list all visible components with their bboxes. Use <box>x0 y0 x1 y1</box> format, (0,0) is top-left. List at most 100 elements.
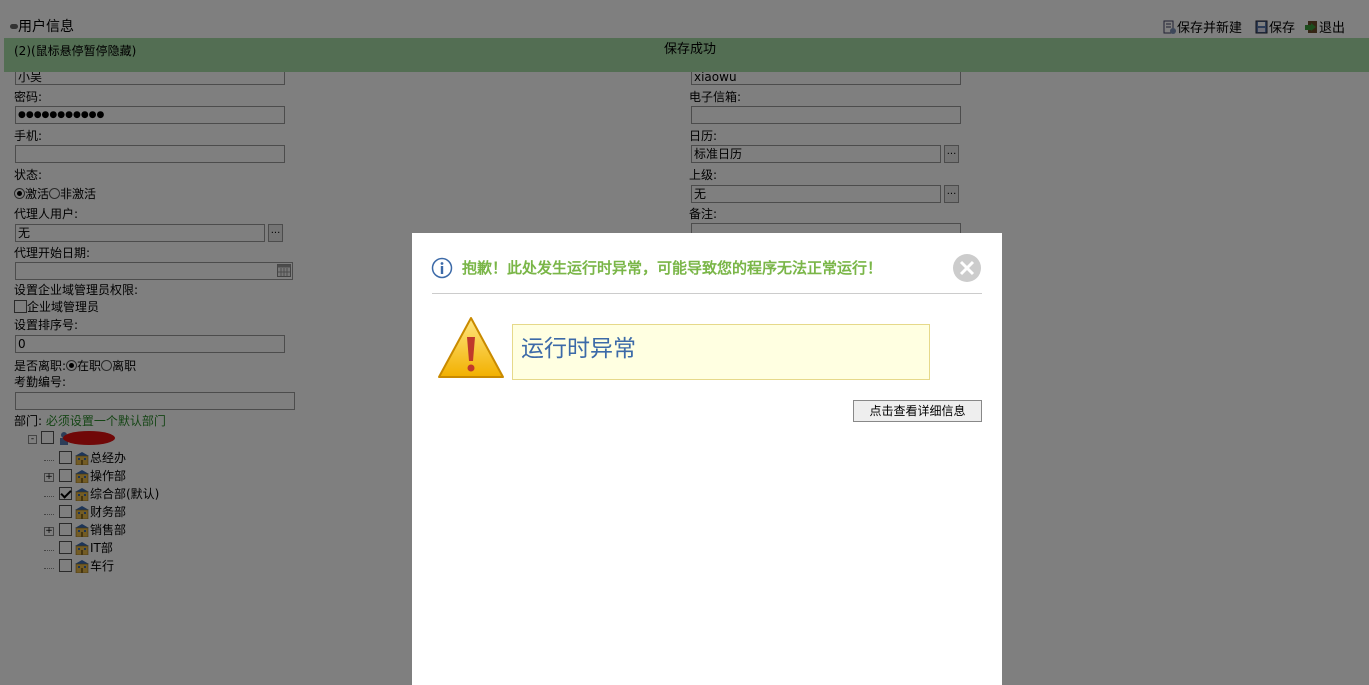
password-input[interactable]: ●●●●●●●●●●● <box>15 106 285 124</box>
save-and-new-button[interactable]: 保存并新建 <box>1163 20 1242 37</box>
close-icon[interactable] <box>952 253 982 283</box>
department-label: 部门: <box>14 414 43 428</box>
tree-item-label: 车行 <box>90 559 115 573</box>
collapse-icon[interactable] <box>10 24 18 29</box>
warning-icon <box>438 317 504 378</box>
tree-item[interactable]: 车行 <box>44 557 114 573</box>
leave-row: 是否离职: 在职 离职 <box>14 359 136 373</box>
calendar-input[interactable]: 标准日历 <box>691 145 941 163</box>
tree-item[interactable]: 综合部(默认) <box>44 485 159 501</box>
admin-checkbox-label: 企业域管理员 <box>27 300 100 314</box>
tree-line <box>44 506 54 515</box>
error-dialog: 抱歉！此处发生运行时异常，可能导致您的程序无法正常运行！ 运行时异常 点击查看详… <box>412 233 1002 685</box>
building-icon <box>75 506 89 519</box>
leave-on-radio[interactable] <box>66 360 78 371</box>
tree-line <box>44 560 54 569</box>
info-icon <box>431 257 453 279</box>
tree-line <box>44 542 54 551</box>
tree-item-label: IT部 <box>90 541 113 555</box>
calendar-icon[interactable] <box>277 264 291 277</box>
tree-root-checkbox[interactable] <box>40 431 54 444</box>
tree-item-checkbox[interactable] <box>59 451 72 464</box>
tree-item-checkbox[interactable] <box>59 469 72 482</box>
superior-input[interactable]: 无 <box>691 185 941 203</box>
calendar-picker-button[interactable]: ... <box>944 145 959 163</box>
name-input[interactable]: 小吴 <box>15 72 285 85</box>
tree-line <box>44 488 54 497</box>
dialog-divider <box>432 293 982 294</box>
leave-off-radio[interactable] <box>101 360 113 371</box>
tree-collapse-icon[interactable]: - <box>28 435 37 444</box>
error-message-box: 运行时异常 <box>512 324 930 380</box>
status-active-radio[interactable] <box>14 188 25 199</box>
tree-item-checkbox[interactable] <box>59 523 72 536</box>
redaction-mark <box>63 431 116 445</box>
proxy-user-picker-button[interactable]: ... <box>268 224 283 242</box>
notification-hint: (2)(鼠标悬停暂停隐藏) <box>14 44 137 58</box>
tree-item-checkbox[interactable] <box>59 541 72 554</box>
tree-item[interactable]: IT部 <box>44 539 113 555</box>
tree-item-checkbox[interactable] <box>59 505 72 518</box>
status-active-label: 激活 <box>25 187 50 201</box>
tree-item[interactable]: + 操作部 <box>44 467 126 483</box>
attendance-label: 考勤编号: <box>14 375 67 389</box>
account-input[interactable]: xiaowu <box>691 72 961 85</box>
admin-checkbox[interactable] <box>14 300 27 313</box>
building-icon <box>75 452 89 465</box>
admin-permission-label: 设置企业域管理员权限: <box>14 283 139 297</box>
tree-item[interactable]: 总经办 <box>44 449 126 465</box>
sort-input[interactable]: 0 <box>15 335 285 353</box>
status-inactive-label: 非激活 <box>60 187 97 201</box>
notification-bar[interactable]: (2)(鼠标悬停暂停隐藏) 保存成功 <box>4 38 1369 72</box>
department-label-row: 部门: 必须设置一个默认部门 <box>14 414 166 428</box>
superior-label: 上级: <box>689 168 718 182</box>
building-icon <box>75 524 89 537</box>
tree-item-label: 销售部 <box>90 523 127 537</box>
building-icon <box>75 560 89 573</box>
tree-item-checkbox[interactable] <box>59 487 72 500</box>
mobile-input[interactable] <box>15 145 285 163</box>
proxy-user-label: 代理人用户: <box>14 207 79 221</box>
tree-line <box>44 452 54 461</box>
attendance-input[interactable] <box>15 392 295 410</box>
status-label: 状态: <box>14 168 43 182</box>
email-input[interactable] <box>691 106 961 124</box>
exit-button[interactable]: 退出 <box>1305 20 1345 37</box>
tree-item-label: 操作部 <box>90 469 127 483</box>
tree-item[interactable]: 财务部 <box>44 503 126 519</box>
notification-message: 保存成功 <box>664 42 717 57</box>
view-details-button[interactable]: 点击查看详细信息 <box>853 400 982 422</box>
superior-picker-button[interactable]: ... <box>944 185 959 203</box>
tree-expand-icon[interactable]: + <box>44 473 54 482</box>
password-label: 密码: <box>14 90 43 104</box>
tree-item-checkbox[interactable] <box>59 559 72 572</box>
leave-on-label: 在职 <box>77 359 102 373</box>
proxy-start-input[interactable] <box>15 262 293 280</box>
tree-expand-icon[interactable]: + <box>44 527 54 536</box>
calendar-label: 日历: <box>689 129 718 143</box>
email-label: 电子信箱: <box>689 90 742 104</box>
building-icon <box>75 488 89 501</box>
disk-icon <box>1255 20 1268 34</box>
tree-root[interactable]: - <box>28 431 116 447</box>
leave-label: 是否离职: <box>14 359 67 373</box>
exit-door-icon <box>1305 21 1317 33</box>
remark-label: 备注: <box>689 207 718 221</box>
new-doc-icon <box>1163 20 1176 34</box>
dialog-title: 抱歉！此处发生运行时异常，可能导致您的程序无法正常运行！ <box>462 259 883 277</box>
page-title: 用户信息 <box>10 19 74 35</box>
leave-off-label: 离职 <box>112 359 137 373</box>
proxy-start-label: 代理开始日期: <box>14 246 91 260</box>
status-inactive-radio[interactable] <box>49 188 61 199</box>
admin-checkbox-row: 企业域管理员 <box>14 300 99 314</box>
tree-item-label: 财务部 <box>90 505 127 519</box>
page: 用户信息 保存并新建 保存 退出 (2)(鼠标悬停暂停隐藏) 保存成功 小吴 密… <box>0 0 1369 685</box>
tree-item[interactable]: + 销售部 <box>44 521 126 537</box>
status-radio-group: 激活 非激活 <box>14 187 96 201</box>
error-message-text: 运行时异常 <box>521 336 636 362</box>
proxy-user-input[interactable]: 无 <box>15 224 265 242</box>
mobile-label: 手机: <box>14 129 43 143</box>
building-icon <box>75 542 89 555</box>
save-button[interactable]: 保存 <box>1255 20 1295 37</box>
building-icon <box>75 470 89 483</box>
